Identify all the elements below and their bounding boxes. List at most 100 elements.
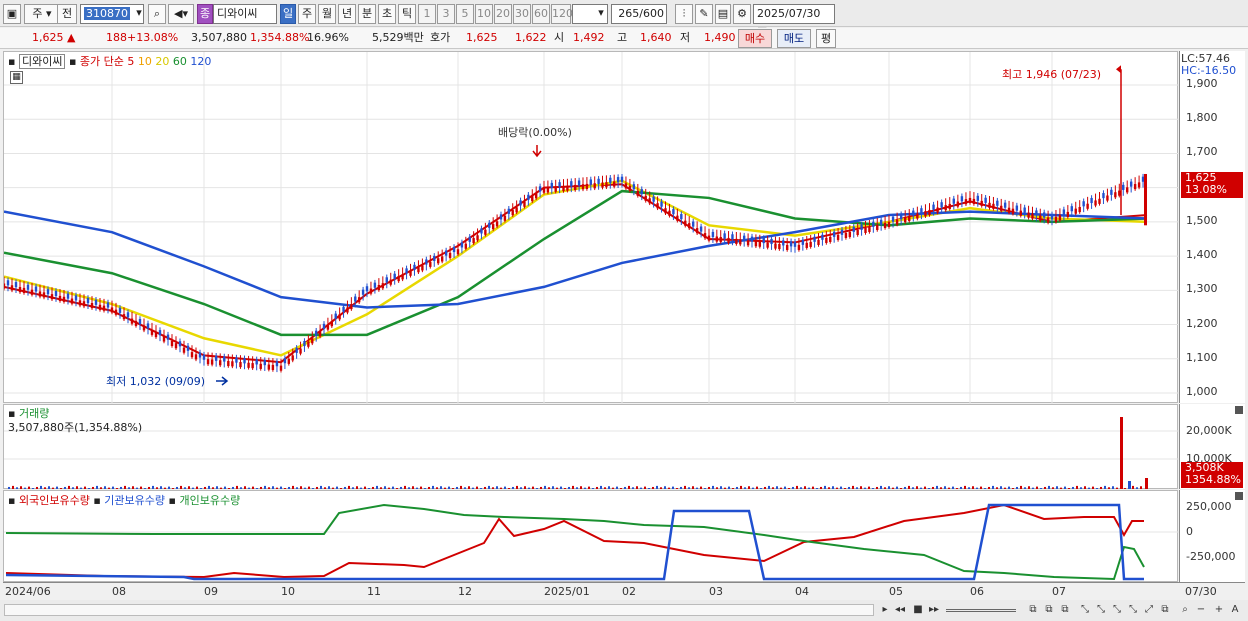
- volume-bar: [580, 486, 582, 489]
- stop-icon[interactable]: ■: [911, 603, 925, 617]
- forward-icon[interactable]: ▸▸: [927, 603, 941, 617]
- trade-amount: 5,529백만: [372, 31, 424, 44]
- minus-icon[interactable]: −: [1194, 603, 1208, 617]
- chevron-down-icon[interactable]: ▾: [595, 4, 607, 24]
- tool-icon[interactable]: ⧉: [1158, 603, 1172, 617]
- volume-bar: [112, 486, 114, 489]
- x-label: 2024/06: [5, 585, 51, 598]
- tool-icon[interactable]: ⤡: [1126, 603, 1140, 617]
- close-icon[interactable]: [1235, 492, 1243, 500]
- stock-name-field[interactable]: 디와이씨: [213, 4, 277, 24]
- volume-value: 3,507,880: [191, 31, 247, 44]
- eval-button[interactable]: 평: [816, 29, 836, 48]
- volume-bar: [8, 486, 10, 489]
- volume-bar: [1084, 486, 1086, 489]
- tool-icon[interactable]: ⧉: [1026, 603, 1040, 617]
- speaker-icon[interactable]: ◀▾: [168, 4, 194, 24]
- volume-bar: [348, 485, 350, 489]
- tool-icon[interactable]: ⧉: [1058, 603, 1072, 617]
- volume-bar: [848, 486, 850, 489]
- prev-button[interactable]: 전: [57, 4, 77, 24]
- period-week[interactable]: 주: [298, 4, 316, 24]
- market-select[interactable]: 주 ▾: [24, 4, 60, 24]
- period-year[interactable]: 년: [338, 4, 356, 24]
- candle-body: [1078, 206, 1081, 213]
- period-month[interactable]: 월: [318, 4, 336, 24]
- candle-body: [1086, 203, 1089, 209]
- candle-body: [952, 198, 955, 204]
- candle-body: [801, 239, 805, 245]
- volume-bar: [432, 485, 434, 489]
- search-icon[interactable]: ⌕: [148, 4, 166, 24]
- plus-icon[interactable]: +: [1212, 603, 1226, 617]
- tool-icon[interactable]: ⤡: [1078, 603, 1092, 617]
- candle-icon[interactable]: ⫶: [675, 4, 693, 24]
- text-tool-icon[interactable]: A: [1228, 603, 1242, 617]
- volume-bar: [1104, 485, 1106, 489]
- code-value: 310870: [84, 7, 130, 20]
- tool-icon[interactable]: ⧉: [1042, 603, 1056, 617]
- chevron-down-icon[interactable]: ▾: [132, 4, 146, 24]
- candle-body: [299, 348, 302, 354]
- candle-body: [66, 293, 70, 299]
- candle-body: [503, 215, 507, 221]
- buy-button[interactable]: 매수: [738, 29, 772, 48]
- period-tick[interactable]: 틱: [398, 4, 416, 24]
- scroll-right-icon[interactable]: ▸: [878, 603, 892, 617]
- candle-body: [848, 231, 852, 237]
- volume-bar: [1076, 485, 1078, 489]
- candle-body: [715, 236, 719, 242]
- candle-body: [150, 329, 154, 335]
- volume-bar: [996, 487, 998, 489]
- scroll-track[interactable]: [4, 604, 874, 616]
- interval-60[interactable]: 60: [532, 4, 550, 24]
- candle-body: [14, 282, 18, 288]
- interval-1[interactable]: 1: [418, 4, 436, 24]
- candle-body: [1126, 187, 1129, 193]
- candle-body: [636, 190, 640, 196]
- draw-icon[interactable]: ✎: [695, 4, 713, 24]
- candle-body: [186, 345, 190, 351]
- zoom-icon[interactable]: ⌕: [1178, 603, 1192, 617]
- candle-body: [699, 226, 703, 232]
- candle-body: [785, 244, 789, 251]
- interval-120[interactable]: 120: [551, 4, 573, 24]
- zoom-slider[interactable]: [946, 609, 1016, 612]
- hold-ytick: -250,000: [1186, 550, 1236, 563]
- quote-bar: 1,625 ▲ 188 +13.08% 3,507,880 1,354.88% …: [0, 28, 1248, 49]
- interval-5[interactable]: 5: [456, 4, 474, 24]
- interval-20[interactable]: 20: [494, 4, 512, 24]
- volume-bar: [440, 486, 442, 489]
- volume-bar: [68, 485, 70, 489]
- period-day[interactable]: 일: [280, 4, 296, 24]
- open-label: 시: [554, 31, 565, 44]
- ask-price: 1,625: [466, 31, 498, 44]
- volume-bar: [136, 487, 138, 489]
- candle-body: [122, 314, 126, 320]
- window-icon[interactable]: ▣: [3, 4, 21, 24]
- volume-bar: [540, 486, 542, 489]
- interval-30[interactable]: 30: [513, 4, 531, 24]
- volume-bar: [260, 486, 262, 489]
- date-field[interactable]: 2025/07/30 ▦: [753, 4, 835, 38]
- gear-icon[interactable]: ⚙: [733, 4, 751, 24]
- sell-button[interactable]: 매도: [777, 29, 811, 48]
- period-minute[interactable]: 분: [358, 4, 376, 24]
- candle-body: [491, 224, 495, 230]
- tool-icon[interactable]: ⤢: [1142, 603, 1156, 617]
- tool-icon[interactable]: ⤡: [1094, 603, 1108, 617]
- candle-body: [507, 208, 511, 214]
- interval-10[interactable]: 10: [475, 4, 493, 24]
- candle-body: [895, 219, 899, 225]
- interval-3[interactable]: 3: [437, 4, 455, 24]
- tool-icon[interactable]: ⤡: [1110, 603, 1124, 617]
- volume-bar: [720, 486, 722, 489]
- grid-icon[interactable]: ▦: [10, 71, 23, 84]
- save-icon[interactable]: ▤: [715, 4, 731, 24]
- rewind-icon[interactable]: ◂◂: [893, 603, 907, 617]
- legend-ma120: 120: [190, 55, 212, 68]
- close-icon[interactable]: [1235, 406, 1243, 414]
- period-second[interactable]: 초: [378, 4, 396, 24]
- count-input[interactable]: 265/600: [611, 4, 667, 24]
- candle-body: [433, 255, 436, 261]
